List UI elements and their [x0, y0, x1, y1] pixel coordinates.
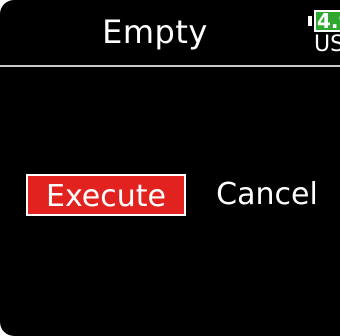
execute-button[interactable]: Execute [26, 174, 186, 216]
battery-voltage: 4.9 [317, 9, 340, 33]
header-divider [0, 65, 340, 67]
header-bar: Empty 4.9 USB [0, 0, 340, 67]
battery-indicator: 4.9 USB [308, 8, 340, 58]
cancel-button[interactable]: Cancel [202, 174, 332, 216]
screen-corner [0, 320, 16, 336]
power-source-label: USB [314, 32, 340, 57]
battery-terminal [308, 16, 312, 26]
screen-title: Empty [102, 13, 208, 51]
device-screen: Empty 4.9 USB Execute Cancel [0, 0, 340, 336]
